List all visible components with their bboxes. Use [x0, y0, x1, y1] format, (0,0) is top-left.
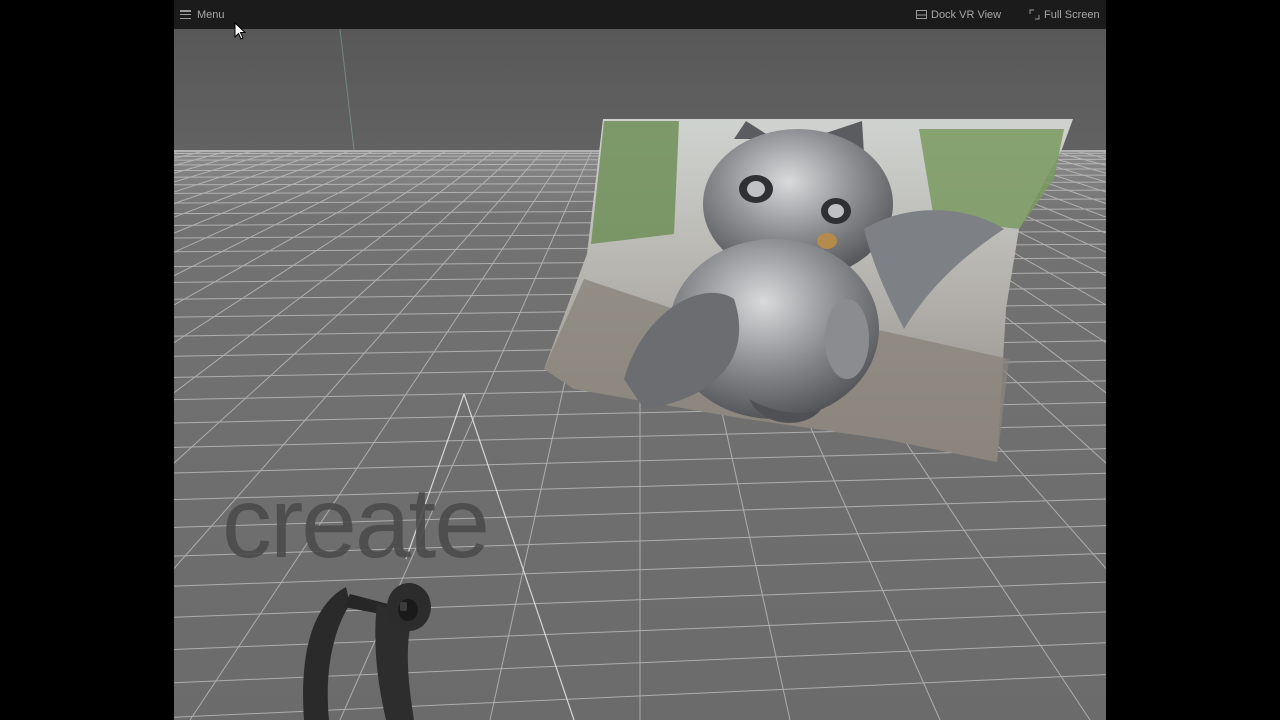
- vr-viewport[interactable]: create: [174, 28, 1106, 720]
- cursor-icon: [234, 22, 246, 40]
- menu-button[interactable]: Menu: [180, 0, 225, 29]
- create-3d-text[interactable]: create: [222, 467, 490, 579]
- hamburger-icon: [180, 10, 191, 19]
- letterbox-left: [0, 0, 174, 720]
- dock-vr-view-button[interactable]: Dock VR View: [916, 0, 1001, 29]
- vr-app-window: Menu Dock VR View Full Screen create: [174, 0, 1106, 720]
- scene-canvas: create: [174, 28, 1106, 720]
- top-toolbar: Menu Dock VR View Full Screen: [174, 0, 1106, 29]
- fullscreen-label: Full Screen: [1044, 8, 1100, 21]
- dock-label: Dock VR View: [931, 8, 1002, 21]
- dock-window-icon: [916, 10, 927, 19]
- full-screen-button[interactable]: Full Screen: [1029, 0, 1100, 29]
- expand-icon: [1029, 9, 1040, 20]
- letterbox-right: [1106, 0, 1280, 720]
- menu-label: Menu: [197, 8, 225, 21]
